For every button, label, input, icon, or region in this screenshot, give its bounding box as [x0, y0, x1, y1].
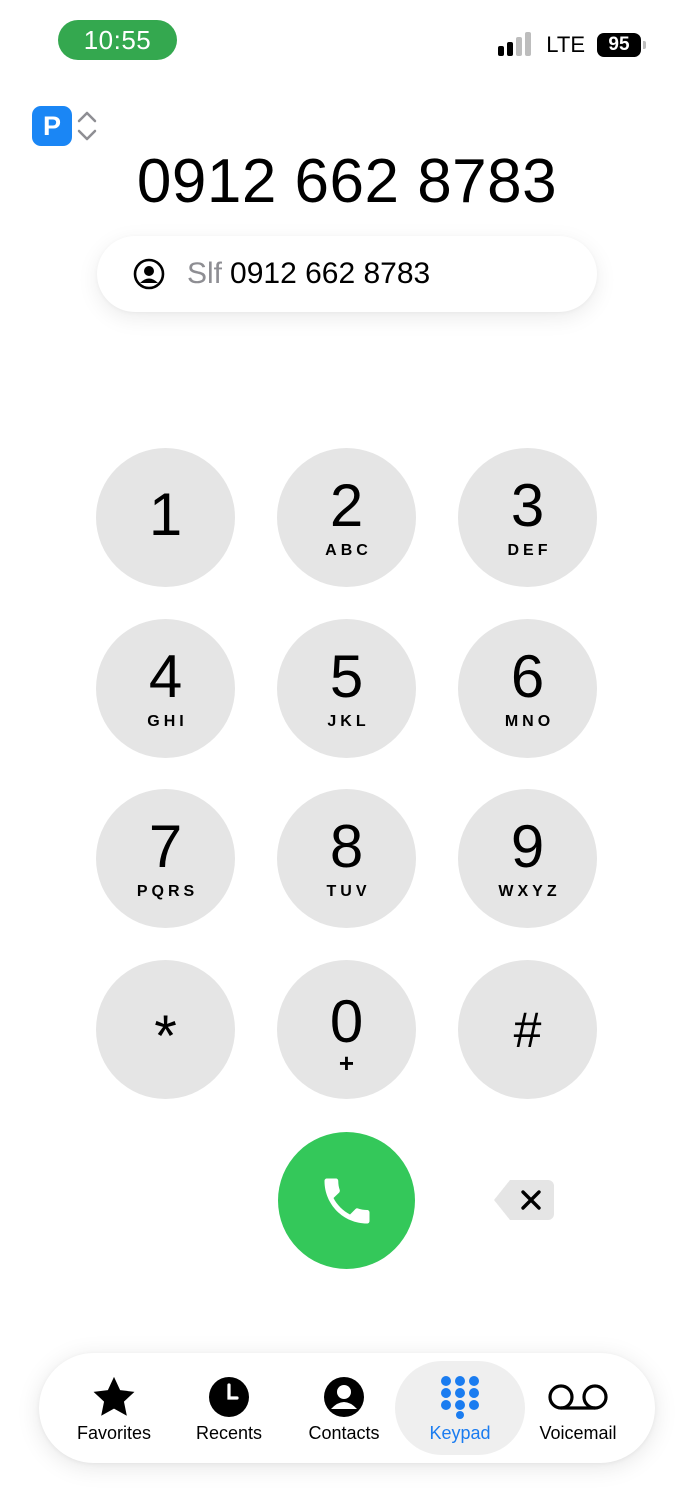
- key-letters: ABC: [325, 541, 372, 559]
- key-letters: GHI: [147, 712, 188, 730]
- tab-voicemail[interactable]: Voicemail: [522, 1353, 634, 1463]
- key-digit: 8: [329, 812, 364, 880]
- suggestion-number: 0912 662 8783: [230, 257, 431, 290]
- status-time: 10:55: [58, 20, 177, 60]
- tab-contacts[interactable]: Contacts: [289, 1353, 399, 1463]
- battery-icon: 95: [597, 33, 646, 57]
- key-letters: DEF: [507, 541, 552, 559]
- key-letters: WXYZ: [498, 882, 561, 900]
- tab-label: Voicemail: [539, 1423, 617, 1443]
- suggestion-label: Slf: [187, 257, 223, 290]
- tab-bar: Favorites Recents Contacts Keypad Voicem…: [39, 1353, 655, 1463]
- key-digit: 0: [329, 987, 364, 1055]
- tab-label: Favorites: [76, 1423, 152, 1443]
- line-badge: P: [32, 106, 72, 146]
- contact-suggestion[interactable]: Slf 0912 662 8783: [97, 236, 597, 312]
- star-icon: [89, 1375, 139, 1419]
- tab-favorites[interactable]: Favorites: [59, 1353, 169, 1463]
- key-letters: PQRS: [136, 882, 199, 900]
- tab-label: Recents: [195, 1423, 263, 1443]
- key-letters: TUV: [326, 882, 371, 900]
- key-digit: 5: [329, 642, 364, 710]
- phone-icon: [324, 1178, 369, 1223]
- key-0[interactable]: 0 +: [277, 960, 416, 1099]
- key-digit: #: [513, 1001, 542, 1058]
- dialed-number: 0912 662 8783: [136, 147, 558, 216]
- chevron-up-down-icon: [77, 111, 97, 141]
- key-digit: 3: [510, 471, 545, 539]
- key-6[interactable]: 6 MNO: [458, 619, 597, 758]
- contact-icon: [133, 258, 165, 290]
- signal-icon: [498, 32, 534, 58]
- clock-icon: [204, 1375, 254, 1419]
- key-hash[interactable]: #: [458, 960, 597, 1099]
- key-star[interactable]: *: [96, 960, 235, 1099]
- network-type: LTE: [546, 32, 585, 57]
- key-digit: 2: [329, 471, 364, 539]
- key-1[interactable]: 1: [96, 448, 235, 587]
- tab-label: Contacts: [308, 1423, 380, 1443]
- key-letters: +: [338, 1047, 355, 1078]
- call-button[interactable]: [278, 1132, 415, 1269]
- key-2[interactable]: 2 ABC: [277, 448, 416, 587]
- tab-label: Keypad: [429, 1423, 491, 1443]
- keypad-icon: [435, 1375, 485, 1419]
- key-7[interactable]: 7 PQRS: [96, 789, 235, 928]
- battery-level: 95: [597, 33, 641, 57]
- key-letters: JKL: [327, 712, 370, 730]
- contact-icon: [319, 1375, 369, 1419]
- key-3[interactable]: 3 DEF: [458, 448, 597, 587]
- key-5[interactable]: 5 JKL: [277, 619, 416, 758]
- voicemail-icon: [546, 1375, 610, 1419]
- status-indicators: LTE 95: [498, 32, 646, 58]
- key-8[interactable]: 8 TUV: [277, 789, 416, 928]
- key-digit: 4: [148, 642, 183, 710]
- key-digit: 6: [510, 642, 545, 710]
- tab-recents[interactable]: Recents: [174, 1353, 284, 1463]
- key-digit: 9: [510, 812, 545, 880]
- key-9[interactable]: 9 WXYZ: [458, 789, 597, 928]
- tab-keypad[interactable]: Keypad: [405, 1353, 515, 1463]
- key-letters: MNO: [504, 712, 555, 730]
- key-4[interactable]: 4 GHI: [96, 619, 235, 758]
- delete-icon[interactable]: [492, 1178, 554, 1222]
- key-digit: *: [154, 1003, 177, 1069]
- key-digit: 1: [148, 480, 183, 548]
- line-selector[interactable]: P: [32, 106, 98, 146]
- key-digit: 7: [148, 812, 183, 880]
